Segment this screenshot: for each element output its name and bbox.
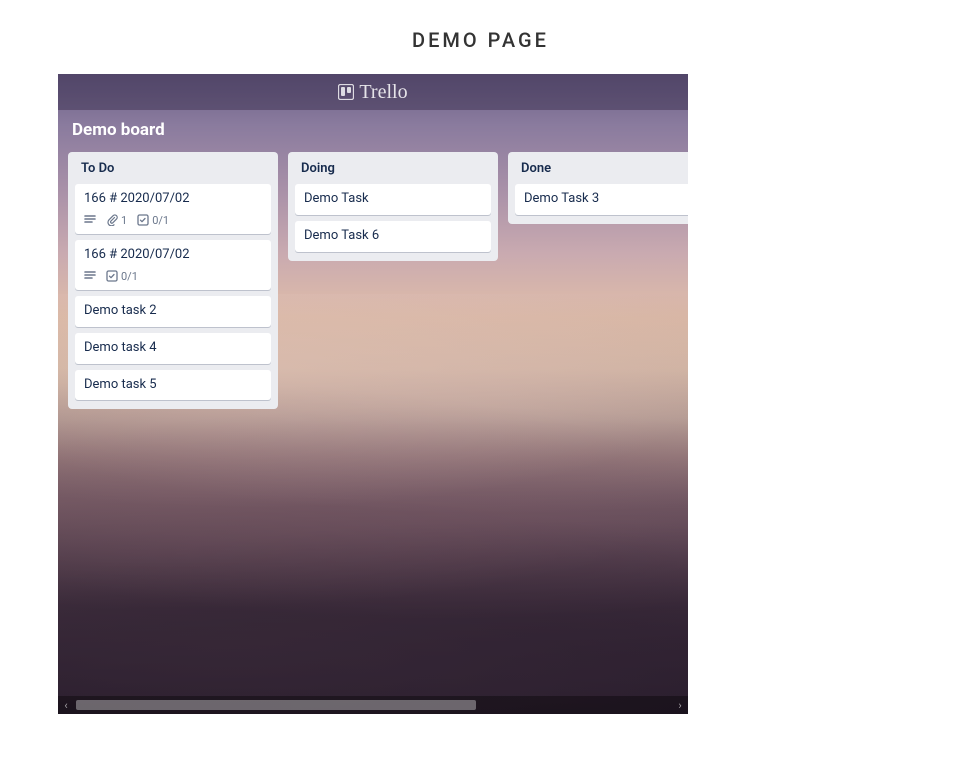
lists-container: To Do 166 # 2020/07/02 1 0/1 <box>58 146 688 415</box>
checklist-icon <box>137 214 149 226</box>
card[interactable]: Demo Task <box>295 184 491 215</box>
checklist-count: 0/1 <box>152 214 169 227</box>
board-header: Demo board <box>58 110 688 146</box>
attachment-count: 1 <box>121 214 127 227</box>
checklist-icon <box>106 270 118 282</box>
card[interactable]: Demo task 4 <box>75 333 271 364</box>
paperclip-icon <box>106 214 118 226</box>
card[interactable]: Demo task 2 <box>75 296 271 327</box>
card-badges: 0/1 <box>84 270 262 283</box>
card[interactable]: 166 # 2020/07/02 0/1 <box>75 240 271 290</box>
checklist-count: 0/1 <box>121 270 138 283</box>
trello-logo[interactable]: Trello <box>338 81 407 104</box>
card-title: Demo task 2 <box>84 303 262 320</box>
trello-wordmark: Trello <box>359 81 407 104</box>
checklist-badge: 0/1 <box>137 214 169 227</box>
card-badges: 1 0/1 <box>84 214 262 227</box>
scrollbar-thumb[interactable] <box>76 700 476 710</box>
list-title[interactable]: To Do <box>75 159 271 184</box>
card-title: Demo Task 6 <box>304 228 482 245</box>
card[interactable]: 166 # 2020/07/02 1 0/1 <box>75 184 271 234</box>
trello-board-icon <box>338 84 354 100</box>
card-title: Demo Task <box>304 191 482 208</box>
card-title: 166 # 2020/07/02 <box>84 247 262 264</box>
horizontal-scrollbar[interactable]: ‹ › <box>58 696 688 714</box>
list-doing[interactable]: Doing Demo Task Demo Task 6 <box>288 152 498 261</box>
attachment-badge: 1 <box>106 214 127 227</box>
card[interactable]: Demo Task 6 <box>295 221 491 252</box>
card[interactable]: Demo Task 3 <box>515 184 688 215</box>
board-name[interactable]: Demo board <box>72 120 674 140</box>
description-icon <box>84 214 96 226</box>
card[interactable]: Demo task 5 <box>75 370 271 401</box>
card-title: Demo task 4 <box>84 340 262 357</box>
list-title[interactable]: Doing <box>295 159 491 184</box>
list-done[interactable]: Done Demo Task 3 <box>508 152 688 224</box>
scroll-right-icon[interactable]: › <box>672 699 688 712</box>
card-title: Demo task 5 <box>84 377 262 394</box>
card-title: 166 # 2020/07/02 <box>84 191 262 208</box>
trello-board-embed: Trello Demo board To Do 166 # 2020/07/02… <box>58 74 688 714</box>
list-title[interactable]: Done <box>515 159 688 184</box>
trello-topbar: Trello <box>58 74 688 110</box>
list-todo[interactable]: To Do 166 # 2020/07/02 1 0/1 <box>68 152 278 409</box>
card-title: Demo Task 3 <box>524 191 688 208</box>
description-icon <box>84 270 96 282</box>
scroll-left-icon[interactable]: ‹ <box>58 699 74 712</box>
checklist-badge: 0/1 <box>106 270 138 283</box>
page-title: DEMO PAGE <box>0 0 961 74</box>
